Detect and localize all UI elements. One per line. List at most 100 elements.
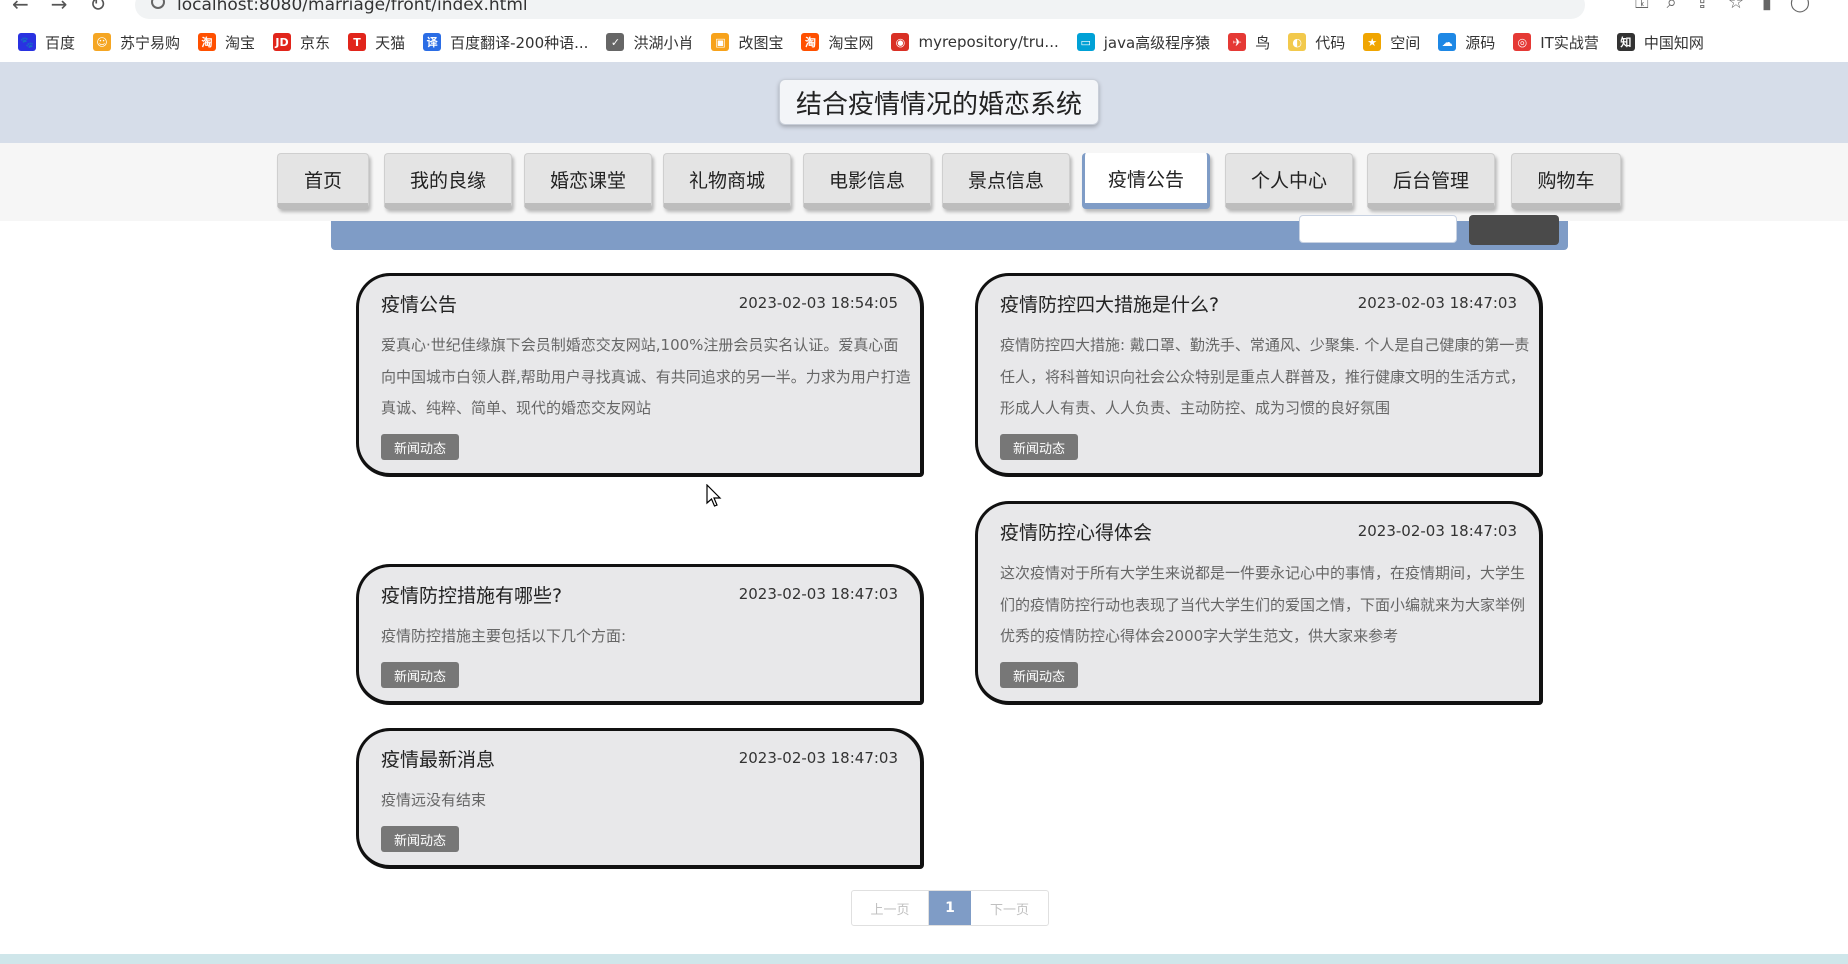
bookmark-favicon-icon: 淘 xyxy=(801,33,820,51)
bookmark-favicon-icon: ★ xyxy=(1363,33,1382,51)
bookmark-item[interactable]: ◉ myrepository/tru... xyxy=(891,33,1059,51)
browser-nav-buttons[interactable]: ←→↻ xyxy=(12,0,128,16)
mouse-cursor-icon xyxy=(706,484,722,507)
bookmark-label: 百度 xyxy=(45,33,76,52)
browser-toolbar: ←→↻ localhost:8080/marriage/front/index.… xyxy=(0,0,1848,22)
card-title[interactable]: 疫情防控心得体会 xyxy=(1000,518,1152,545)
card-category-tag[interactable]: 新闻动态 xyxy=(381,434,460,460)
bookmark-favicon-icon: JD xyxy=(273,33,292,51)
card-date: 2023-02-03 18:47:03 xyxy=(738,585,898,603)
bookmark-label: 洪湖小肖 xyxy=(633,33,694,52)
next-page-button[interactable]: 下一页 xyxy=(971,891,1048,925)
card-category-tag[interactable]: 新闻动态 xyxy=(381,826,460,852)
nav-tab[interactable]: 疫情公告 xyxy=(1082,153,1210,209)
bookmark-favicon-icon: ▭ xyxy=(1076,33,1095,51)
bookmark-label: myrepository/tru... xyxy=(918,33,1059,51)
card-summary: 疫情远没有结束 xyxy=(381,791,487,809)
announcement-card[interactable]: 疫情最新消息 2023-02-03 18:47:03 疫情远没有结束新闻动态 xyxy=(356,728,924,869)
nav-tab[interactable]: 购物车 xyxy=(1511,153,1621,209)
card-summary: 疫情防控四大措施: 戴口罩、勤洗手、常通风、少聚集. 个人是自己健康的第一责任人… xyxy=(1000,336,1530,417)
announcement-card[interactable]: 疫情公告 2023-02-03 18:54:05 爱真心·世纪佳缘旗下会员制婚恋交友… xyxy=(356,273,924,477)
search-input[interactable] xyxy=(1299,215,1457,243)
bookmark-item[interactable]: 🐾 百度 xyxy=(18,32,75,53)
bookmark-favicon-icon: ✓ xyxy=(606,33,625,51)
announcement-card[interactable]: 疫情防控措施有哪些? 2023-02-03 18:47:03 疫情防控措施主要包括以… xyxy=(356,564,924,705)
nav-tab[interactable]: 个人中心 xyxy=(1225,153,1353,209)
nav-tab[interactable]: 后台管理 xyxy=(1367,153,1495,209)
site-title: 结合疫情情况的婚恋系统 xyxy=(779,79,1099,125)
bookmark-item[interactable]: JD 京东 xyxy=(273,32,330,53)
bookmark-label: IT实战营 xyxy=(1540,33,1599,52)
card-summary: 疫情防控措施主要包括以下几个方面: xyxy=(381,627,627,645)
bookmark-favicon-icon: T xyxy=(348,33,367,51)
bookmark-item[interactable]: ▣ 改图宝 xyxy=(711,32,783,53)
card-category-tag[interactable]: 新闻动态 xyxy=(381,662,460,688)
bookmark-label: 源码 xyxy=(1465,33,1496,52)
announcement-card[interactable]: 疫情防控心得体会 2023-02-03 18:47:03 这次疫情对于所有大学生来说… xyxy=(975,501,1543,705)
search-strip xyxy=(331,215,1568,250)
bookmark-item[interactable]: ★ 空间 xyxy=(1363,32,1420,53)
card-date: 2023-02-03 18:54:05 xyxy=(738,294,898,312)
bookmark-item[interactable]: ◐ 代码 xyxy=(1288,32,1345,53)
bookmark-label: 天猫 xyxy=(375,33,406,52)
bookmark-item[interactable]: 译百度翻译-200种语... xyxy=(423,32,588,53)
bookmark-favicon-icon: ☺ xyxy=(93,33,112,51)
bookmark-favicon-icon: ☁ xyxy=(1438,33,1457,51)
announcement-card[interactable]: 疫情防控四大措施是什么? 2023-02-03 18:47:03 疫情防控四大措施:… xyxy=(975,273,1543,477)
card-category-tag[interactable]: 新闻动态 xyxy=(1000,434,1079,460)
footer-strip xyxy=(0,954,1848,964)
nav-tab[interactable]: 婚恋课堂 xyxy=(524,153,652,209)
bookmark-label: 中国知网 xyxy=(1643,33,1704,52)
bookmark-label: 鸟 xyxy=(1255,33,1271,52)
pagination: 上一页 1 下一页 xyxy=(851,890,1049,926)
card-date: 2023-02-03 18:47:03 xyxy=(1357,294,1517,312)
bookmark-favicon-icon: ✈ xyxy=(1228,33,1247,51)
bookmark-item[interactable]: 淘淘宝网 xyxy=(801,32,873,53)
bookmark-favicon-icon: 🐾 xyxy=(18,33,36,51)
info-icon[interactable] xyxy=(151,0,165,9)
bookmark-favicon-icon: ◐ xyxy=(1288,33,1307,51)
bookmark-label: 京东 xyxy=(300,33,331,52)
bookmark-favicon-icon: ◉ xyxy=(891,33,910,51)
bookmark-item[interactable]: ✈ 鸟 xyxy=(1228,32,1270,53)
nav-tab[interactable]: 首页 xyxy=(277,153,369,209)
card-date: 2023-02-03 18:47:03 xyxy=(738,749,898,767)
bookmark-label: 淘宝 xyxy=(225,33,256,52)
bookmark-item[interactable]: ☺ 苏宁易购 xyxy=(93,32,180,53)
bookmark-item[interactable]: ✓ 洪湖小肖 xyxy=(606,32,693,53)
address-text: localhost:8080/marriage/front/index.html xyxy=(177,0,528,15)
bookmark-item[interactable]: 知中国知网 xyxy=(1616,32,1704,53)
browser-tool-icons[interactable]: ⚿⌕⇪☆▮◯ xyxy=(1635,0,1828,13)
prev-page-button[interactable]: 上一页 xyxy=(852,891,929,925)
bookmark-favicon-icon: 淘 xyxy=(198,33,217,51)
card-summary: 爱真心·世纪佳缘旗下会员制婚恋交友网站,100%注册会员实名认证。爱真心面向中国… xyxy=(381,336,911,417)
bookmark-favicon-icon: 译 xyxy=(423,33,442,51)
address-bar[interactable]: localhost:8080/marriage/front/index.html xyxy=(135,0,1585,19)
card-title[interactable]: 疫情防控四大措施是什么? xyxy=(1000,290,1219,317)
bookmark-item[interactable]: 淘淘宝 xyxy=(198,32,255,53)
search-button[interactable] xyxy=(1469,215,1559,245)
card-date: 2023-02-03 18:47:03 xyxy=(1357,522,1517,540)
bookmark-label: 代码 xyxy=(1315,33,1346,52)
card-category-tag[interactable]: 新闻动态 xyxy=(1000,662,1079,688)
bookmark-item[interactable]: ▭ java高级程序猿 xyxy=(1076,32,1211,53)
current-page-button[interactable]: 1 xyxy=(929,891,971,925)
card-title[interactable]: 疫情最新消息 xyxy=(381,745,495,772)
card-title[interactable]: 疫情防控措施有哪些? xyxy=(381,581,562,608)
nav-tab[interactable]: 我的良缘 xyxy=(384,153,512,209)
bookmark-item[interactable]: ◎ IT实战营 xyxy=(1513,32,1599,53)
bookmarks-bar: 🐾 百度 ☺ 苏宁易购淘淘宝 JD 京东 T 天猫译百度翻译-200种语... ✓ 洪湖小肖 ▣ 改图… xyxy=(0,27,1848,57)
bookmark-label: 空间 xyxy=(1390,33,1421,52)
nav-tab[interactable]: 景点信息 xyxy=(942,153,1070,209)
bookmark-item[interactable]: T 天猫 xyxy=(348,32,405,53)
nav-tab[interactable]: 电影信息 xyxy=(803,153,931,209)
bookmark-favicon-icon: 知 xyxy=(1616,33,1635,51)
nav-tab[interactable]: 礼物商城 xyxy=(663,153,791,209)
bookmark-label: 淘宝网 xyxy=(828,33,874,52)
bookmark-label: 改图宝 xyxy=(738,33,784,52)
bookmark-label: 百度翻译-200种语... xyxy=(450,33,589,52)
bookmark-item[interactable]: ☁ 源码 xyxy=(1438,32,1495,53)
bookmark-label: java高级程序猿 xyxy=(1103,33,1211,52)
card-title[interactable]: 疫情公告 xyxy=(381,290,457,317)
bookmark-favicon-icon: ▣ xyxy=(711,33,730,51)
